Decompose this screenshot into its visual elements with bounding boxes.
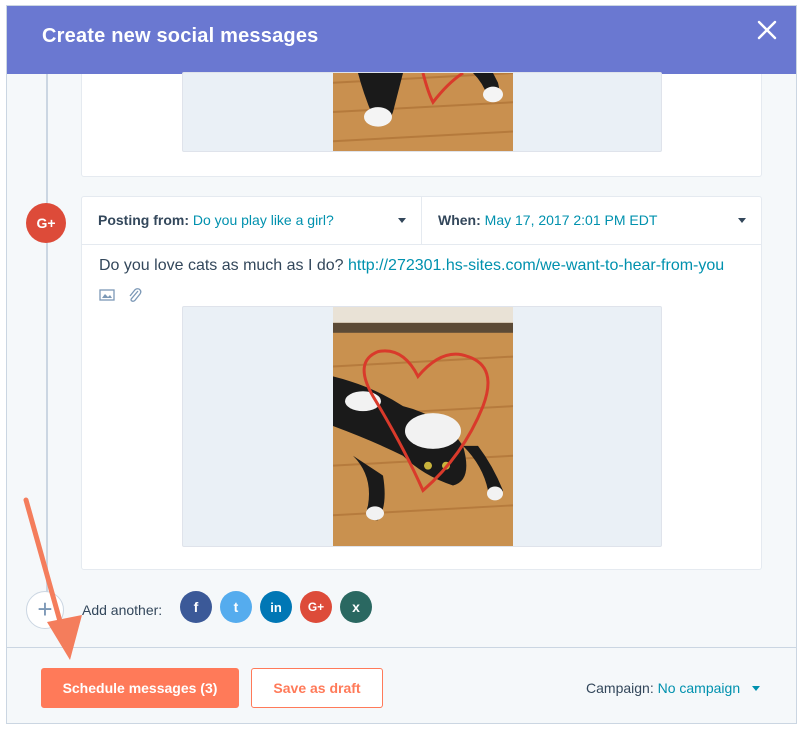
cat-photo	[333, 73, 513, 151]
add-post-button[interactable]: +	[26, 591, 64, 629]
add-another-label: Add another:	[82, 602, 163, 618]
post-image-preview	[182, 72, 662, 152]
social-message-modal: Create new social messages G+ Posting fr…	[6, 5, 797, 724]
add-another-row: + Add another: f t in G+ x	[7, 589, 796, 629]
posting-from-label: Posting from:	[98, 212, 189, 228]
post-image-preview[interactable]	[182, 306, 662, 547]
modal-title: Create new social messages	[42, 25, 319, 47]
timeline-line	[46, 74, 48, 614]
xing-icon[interactable]: x	[340, 591, 372, 623]
paperclip-icon[interactable]	[127, 288, 143, 302]
post-header: Posting from: Do you play like a girl? W…	[82, 197, 761, 245]
post-tools	[99, 288, 151, 304]
modal-footer: Schedule messages (3) Save as draft Camp…	[7, 647, 796, 723]
post-message-link[interactable]: http://272301.hs-sites.com/we-want-to-he…	[348, 257, 724, 274]
save-as-draft-button[interactable]: Save as draft	[251, 668, 383, 708]
when-label: When:	[438, 212, 481, 228]
post-card: Posting from: Do you play like a girl? W…	[81, 196, 762, 570]
chevron-down-icon	[752, 686, 760, 691]
twitter-icon[interactable]: t	[220, 591, 252, 623]
google-plus-icon[interactable]: G+	[300, 591, 332, 623]
when-dropdown[interactable]: When: May 17, 2017 2:01 PM EDT	[422, 197, 763, 245]
chevron-down-icon	[738, 218, 746, 223]
linkedin-icon[interactable]: in	[260, 591, 292, 623]
cat-photo	[333, 307, 513, 546]
when-value: May 17, 2017 2:01 PM EDT	[484, 212, 658, 228]
post-message-input[interactable]: Do you love cats as much as I do? http:/…	[99, 257, 759, 275]
posting-from-dropdown[interactable]: Posting from: Do you play like a girl?	[82, 197, 422, 245]
modal-header: Create new social messages	[7, 6, 796, 74]
google-plus-avatar-icon: G+	[26, 203, 66, 243]
image-icon[interactable]	[99, 288, 115, 302]
campaign-value: No campaign	[657, 680, 741, 696]
posting-from-value: Do you play like a girl?	[192, 212, 334, 228]
schedule-messages-button[interactable]: Schedule messages (3)	[41, 668, 239, 708]
campaign-selector[interactable]: Campaign: No campaign	[586, 680, 760, 696]
facebook-icon[interactable]: f	[180, 591, 212, 623]
close-icon[interactable]	[756, 19, 778, 41]
post-message-text: Do you love cats as much as I do?	[99, 257, 349, 274]
campaign-label: Campaign:	[586, 680, 654, 696]
previous-post-card	[81, 72, 762, 177]
chevron-down-icon	[398, 218, 406, 223]
